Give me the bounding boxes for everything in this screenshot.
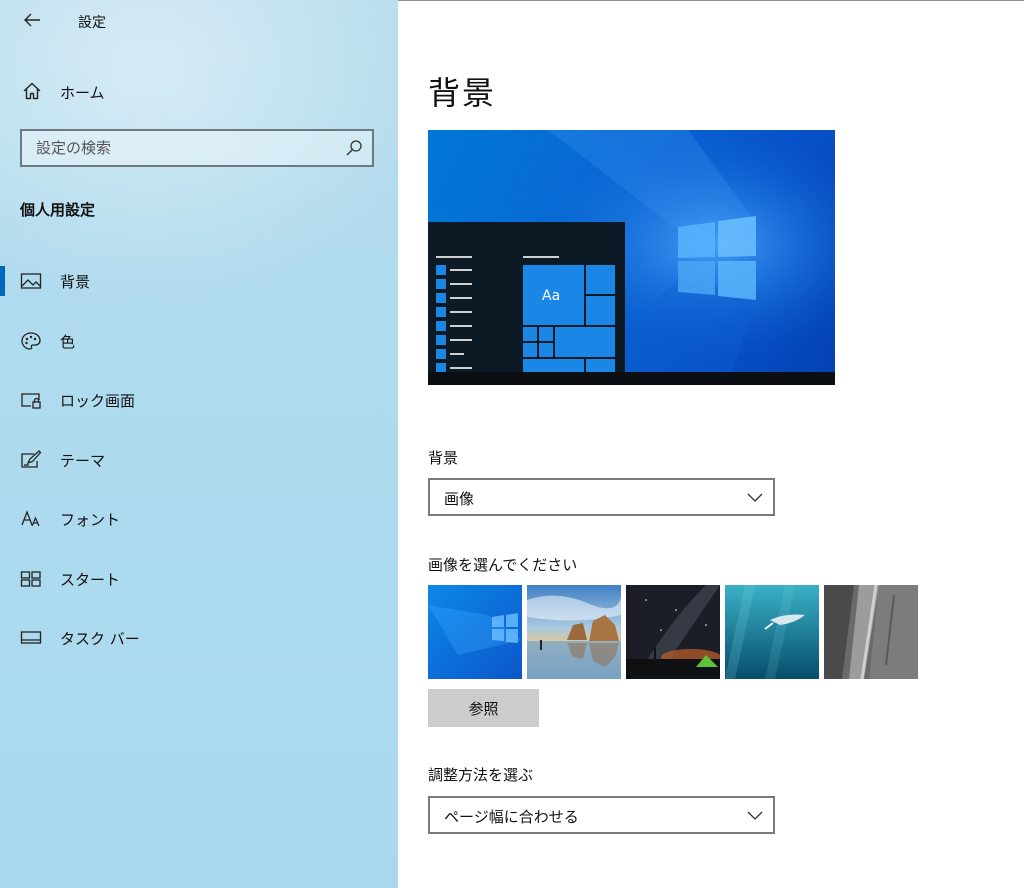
preview-tile-text: Aa	[542, 288, 561, 304]
home-label: ホーム	[60, 84, 105, 102]
fit-dropdown[interactable]: ページ幅に合わせる	[428, 796, 775, 834]
sidebar-item-start[interactable]: スタート	[0, 550, 398, 610]
sidebar-item-label: テーマ	[60, 451, 106, 470]
desktop-preview: Aa	[428, 130, 835, 385]
search-input[interactable]	[22, 131, 346, 165]
main-content: 背景 Aa 背景 画像 画像を選んでください 参照 調整方法を選ぶ ページ幅に合…	[398, 0, 1024, 888]
taskbar-icon	[20, 631, 42, 644]
title-bar: 設定	[0, 0, 398, 40]
background-type-label: 背景	[428, 449, 459, 467]
chevron-down-icon	[747, 811, 763, 820]
picture-thumbnails	[428, 585, 928, 679]
search-icon[interactable]	[345, 139, 363, 157]
start-icon	[20, 570, 41, 587]
picture-icon	[20, 273, 42, 289]
sidebar-nav: 背景 色 ロック画面 テーマ フォント スタート タスク バー	[0, 252, 398, 669]
back-arrow-icon	[24, 13, 40, 27]
sidebar: 設定 ホーム 個人用設定 背景 色	[0, 0, 398, 888]
sidebar-item-label: 色	[60, 332, 76, 351]
sidebar-item-themes[interactable]: テーマ	[0, 431, 398, 491]
sidebar-item-label: 背景	[60, 273, 91, 291]
picture-thumbnail-underwater[interactable]	[725, 585, 819, 679]
section-heading: 個人用設定	[20, 201, 96, 219]
picture-thumbnail-beach[interactable]	[527, 585, 621, 679]
chevron-down-icon	[747, 493, 763, 502]
sidebar-item-label: フォント	[60, 511, 121, 529]
sidebar-item-colors[interactable]: 色	[0, 312, 398, 372]
picture-thumbnail-night-sky[interactable]	[626, 585, 720, 679]
desktop-preview-graphic	[428, 130, 835, 385]
background-type-dropdown[interactable]: 画像	[428, 478, 775, 516]
top-border	[398, 0, 1024, 1]
sidebar-item-label: スタート	[60, 570, 121, 589]
background-type-value: 画像	[444, 490, 475, 508]
settings-search-box[interactable]	[20, 129, 374, 167]
picture-thumbnail-rock[interactable]	[824, 585, 918, 679]
fit-label: 調整方法を選ぶ	[428, 766, 534, 784]
window-title: 設定	[78, 15, 106, 31]
picture-thumbnail-windows[interactable]	[428, 585, 522, 679]
browse-button[interactable]: 参照	[428, 689, 539, 727]
home-icon	[23, 82, 41, 100]
page-title: 背景	[428, 74, 497, 112]
choose-picture-label: 画像を選んでください	[428, 556, 578, 574]
sidebar-item-label: タスク バー	[60, 630, 140, 648]
palette-icon	[21, 331, 41, 350]
sidebar-item-lock-screen[interactable]: ロック画面	[0, 371, 398, 431]
sidebar-item-label: ロック画面	[60, 392, 136, 410]
fit-value: ページ幅に合わせる	[444, 808, 579, 826]
home-nav-item[interactable]: ホーム	[0, 72, 398, 110]
lock-screen-icon	[21, 393, 41, 409]
sidebar-item-background[interactable]: 背景	[0, 252, 398, 312]
theme-icon	[21, 449, 42, 468]
sidebar-item-fonts[interactable]: フォント	[0, 490, 398, 550]
font-icon	[21, 510, 40, 527]
sidebar-item-taskbar[interactable]: タスク バー	[0, 609, 398, 669]
back-button[interactable]	[18, 8, 46, 32]
